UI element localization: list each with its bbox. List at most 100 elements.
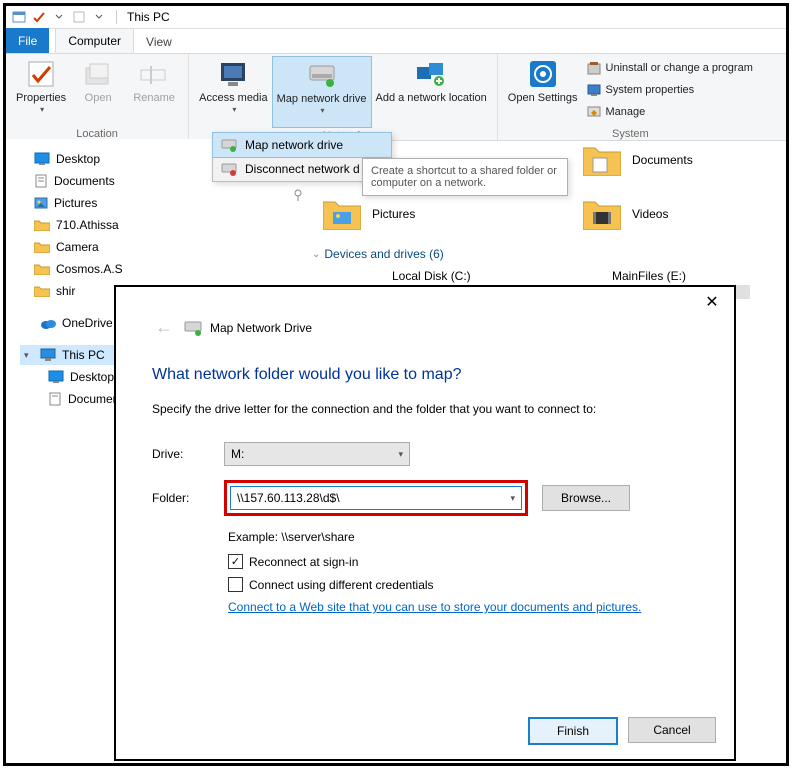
qat-dropdown2-icon[interactable] [90,9,108,25]
uninstall-program-button[interactable]: Uninstall or change a program [582,58,757,78]
disconnect-icon [221,161,237,177]
qat-separator-icon [70,9,88,25]
videos-folder-icon [582,197,622,231]
pc-icon [40,348,56,362]
drive-select-value: M: [231,447,244,461]
example-text: Example: \\server\share [228,530,698,544]
settings-icon [527,58,559,90]
qat-dropdown-icon[interactable] [50,9,68,25]
properties-icon [25,58,57,90]
tab-computer[interactable]: Computer [55,28,134,53]
folder-label: Folder: [152,491,224,505]
close-button[interactable]: ✕ [692,287,732,317]
network-drive-icon [184,320,202,336]
window-title: This PC [127,10,170,24]
ribbon-group-network: Access media ▾ Map network drive ▾ Add a… [189,54,498,140]
item-pictures[interactable]: Pictures [322,197,415,231]
close-icon: ✕ [705,292,718,312]
add-network-icon [415,58,447,90]
documents-folder-icon [582,143,622,177]
ribbon-group-system-label: System [504,126,757,140]
nav-pictures[interactable]: Pictures [20,193,208,213]
tab-file[interactable]: File [6,28,49,53]
item-documents[interactable]: Documents [582,143,693,177]
nav-folder-2[interactable]: Camera [20,237,208,257]
desktop-icon [34,152,50,166]
dialog-body: ← Map Network Drive What network folder … [116,317,734,614]
system-small-buttons: Uninstall or change a program System pro… [582,56,757,122]
folder-icon [34,285,50,297]
ribbon-group-location-label: Location [12,126,182,140]
credentials-label: Connect using different credentials [249,578,434,592]
system-properties-button[interactable]: System properties [582,80,757,100]
open-button: Open [70,56,126,126]
tooltip: Create a shortcut to a shared folder or … [362,158,568,196]
chevron-down-icon: ▾ [321,106,325,115]
finish-button[interactable]: Finish [528,717,618,745]
folder-value: \\157.60.113.28\d$\ [237,491,340,505]
tab-view[interactable]: View [134,29,184,53]
reconnect-label: Reconnect at sign-in [249,555,358,569]
pictures-folder-icon [322,197,362,231]
open-icon [82,58,114,90]
item-documents-pin [292,189,306,203]
dropdown-map-network-drive[interactable]: Map network drive [212,132,392,158]
map-network-drive-button[interactable]: Map network drive ▾ [272,56,372,128]
dialog-header: ← Map Network Drive [152,317,698,338]
pin-icon [292,189,306,203]
ribbon-group-system: Open Settings Uninstall or change a prog… [498,54,763,140]
dialog-footer: Finish Cancel [528,717,716,745]
uninstall-icon [586,60,602,76]
system-properties-icon [586,82,602,98]
chevron-down-icon: ▾ [398,449,403,460]
desktop-icon [48,370,64,384]
title-divider [116,10,117,24]
ribbon-tabs: File Computer View [6,29,786,54]
dialog-instruction: Specify the drive letter for the connect… [152,402,698,416]
properties-button[interactable]: Properties ▾ [12,56,70,126]
browse-button[interactable]: Browse... [542,485,630,511]
drive-row: Drive: M: ▾ [152,442,698,466]
folder-icon [34,219,50,231]
qat-menu-icon[interactable] [10,9,28,25]
documents-icon [34,174,48,188]
folder-icon [34,241,50,253]
open-settings-button[interactable]: Open Settings [504,56,582,126]
nav-documents[interactable]: Documents [20,171,208,191]
drive-e[interactable]: MainFiles (E:) [612,269,686,283]
reconnect-checkbox[interactable]: ✓ [228,554,243,569]
rename-button: Rename [126,56,182,126]
ribbon: Properties ▾ Open Rename Location [6,54,786,141]
credentials-checkbox[interactable] [228,577,243,592]
credentials-row[interactable]: Connect using different credentials [228,577,698,592]
back-icon[interactable]: ← [152,317,176,338]
map-network-drive-dialog: ✕ ← Map Network Drive What network folde… [114,285,736,761]
content-section-header[interactable]: ⌄ Devices and drives (6) [312,247,444,261]
drive-c[interactable]: Local Disk (C:) [392,269,471,283]
item-videos[interactable]: Videos [582,197,668,231]
pictures-icon [34,196,48,210]
web-site-link[interactable]: Connect to a Web site that you can use t… [228,600,698,614]
nav-folder-1[interactable]: 710.Athissa [20,215,208,235]
folder-icon [34,263,50,275]
access-media-button[interactable]: Access media ▾ [195,56,271,126]
nav-folder-3[interactable]: Cosmos.A.S [20,259,208,279]
add-network-location-button[interactable]: Add a network location [372,56,491,126]
reconnect-row[interactable]: ✓ Reconnect at sign-in [228,554,698,569]
chevron-down-icon: ▾ [40,105,44,114]
manage-button[interactable]: Manage [582,102,757,122]
network-drive-icon [306,59,338,91]
title-bar: This PC [6,6,786,29]
chevron-down-icon: ⌄ [312,249,320,260]
rename-icon [138,58,170,90]
drive-select[interactable]: M: ▾ [224,442,410,466]
folder-combobox[interactable]: \\157.60.113.28\d$\ ▾ [230,486,522,510]
cancel-button[interactable]: Cancel [628,717,716,743]
documents-icon [48,392,62,406]
ribbon-group-location: Properties ▾ Open Rename Location [6,54,189,140]
folder-row: Folder: \\157.60.113.28\d$\ ▾ Browse... [152,480,698,516]
dialog-titlebar: ✕ [116,287,734,317]
nav-desktop[interactable]: Desktop [20,149,208,169]
qat-properties-icon[interactable] [30,9,48,25]
network-drive-icon [221,137,237,153]
